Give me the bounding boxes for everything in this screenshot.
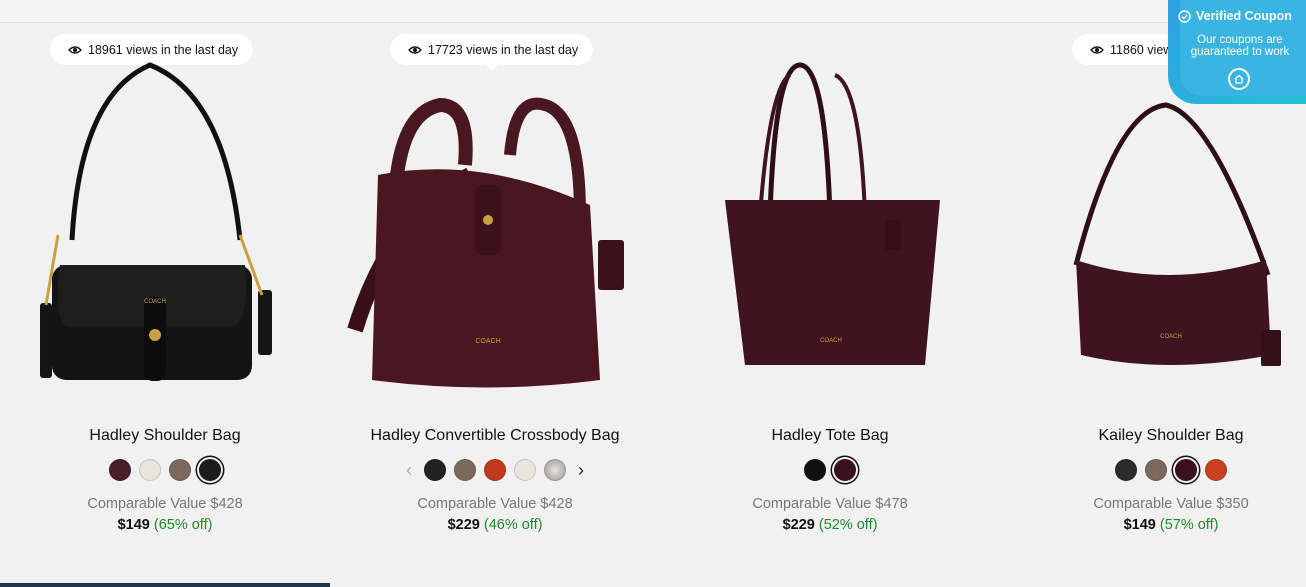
comparable-value: Comparable Value $428 [417,496,573,512]
discount: (65% off) [153,517,213,533]
comparable-value: Comparable Value $350 [1093,496,1249,512]
coupon-heading: Verified Coupon [1196,9,1292,23]
swatch-chalk[interactable] [514,459,536,481]
swatch-silver[interactable] [544,459,566,481]
discount: (57% off) [1159,517,1219,533]
product-title[interactable]: Hadley Shoulder Bag [0,427,330,445]
color-swatches [1006,459,1306,481]
chevron-right-icon[interactable]: › [574,459,588,481]
discount: (52% off) [818,517,878,533]
swatch-merlot[interactable] [834,459,856,481]
coupon-heading-row: Verified Coupon [1178,9,1292,23]
product-card-kailey-shoulder[interactable]: 11860 views in the last day COACH Kailey… [1006,23,1306,587]
sale-price: $229 [782,517,815,533]
price-row: $149 (57% off) [1006,517,1306,533]
chevron-left-icon[interactable]: ‹ [402,459,416,481]
swatch-merlot[interactable] [1175,459,1197,481]
product-image[interactable]: COACH [0,35,330,415]
price-row: $149 (65% off) [0,517,330,533]
svg-text:COACH: COACH [820,338,842,344]
swatch-red[interactable] [1205,459,1227,481]
swatch-taupe[interactable] [169,459,191,481]
comparable-value: Comparable Value $428 [87,496,243,512]
swatch-red[interactable] [484,459,506,481]
check-circle-icon [1178,9,1191,23]
verified-coupon-widget[interactable]: Verified Coupon Our coupons are guarante… [1168,0,1306,104]
comparable-value: Comparable Value $478 [752,496,908,512]
coupon-message: Our coupons are guaranteed to work [1190,34,1290,58]
product-title[interactable]: Kailey Shoulder Bag [1006,427,1306,445]
swatch-black[interactable] [199,459,221,481]
svg-text:COACH: COACH [475,338,500,345]
swatch-black[interactable] [1115,459,1137,481]
swatch-black[interactable] [424,459,446,481]
bottom-bar [0,583,330,587]
swatch-chalk[interactable] [139,459,161,481]
discount: (46% off) [483,517,543,533]
chat-icon[interactable] [1228,68,1250,90]
price-row: $229 (52% off) [665,517,995,533]
color-swatches: ‹ › [330,459,660,481]
swatch-black[interactable] [804,459,826,481]
sale-price: $229 [447,517,480,533]
top-divider [0,0,1306,23]
swatch-taupe[interactable] [454,459,476,481]
product-card-hadley-tote[interactable]: COACH Hadley Tote Bag Comparable Value $… [665,23,995,587]
product-card-hadley-convertible-crossbody[interactable]: 17723 views in the last day COACH Hadley… [330,23,660,587]
swatch-taupe[interactable] [1145,459,1167,481]
product-card-hadley-shoulder[interactable]: 18961 views in the last day COACH Hadley… [0,23,330,587]
color-swatches [0,459,330,481]
color-swatches [665,459,995,481]
product-image[interactable]: COACH [665,35,995,415]
product-title[interactable]: Hadley Tote Bag [665,427,995,445]
sale-price: $149 [117,517,150,533]
product-image[interactable]: COACH [330,35,660,415]
sale-price: $149 [1123,517,1156,533]
price-row: $229 (46% off) [330,517,660,533]
svg-text:COACH: COACH [144,299,166,305]
product-title[interactable]: Hadley Convertible Crossbody Bag [330,427,660,445]
svg-text:COACH: COACH [1160,334,1182,340]
swatch-oxblood[interactable] [109,459,131,481]
